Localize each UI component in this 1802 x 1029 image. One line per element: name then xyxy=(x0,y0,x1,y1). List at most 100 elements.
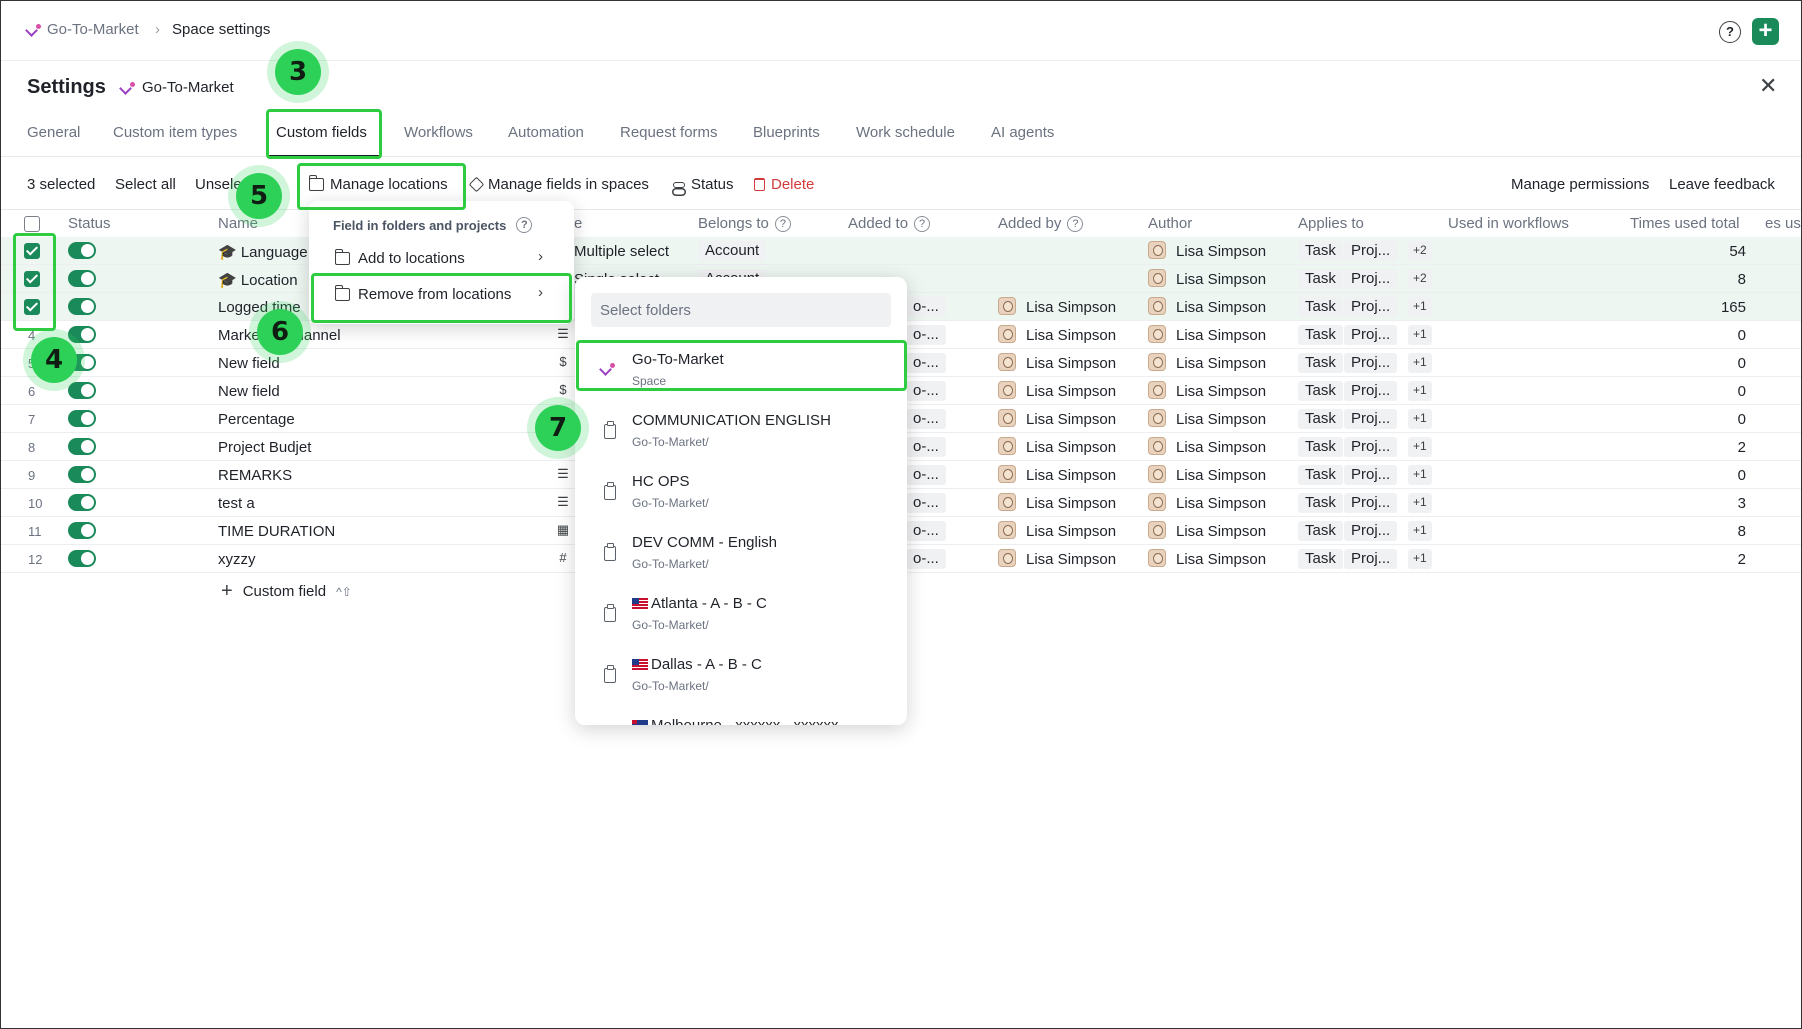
more-count-badge[interactable]: +1 xyxy=(1408,493,1432,513)
select-all-checkbox[interactable] xyxy=(24,216,40,232)
select-all-button[interactable]: Select all xyxy=(115,176,176,193)
added-to-chip: o-... xyxy=(906,353,946,373)
manage-permissions-button[interactable]: Manage permissions xyxy=(1511,176,1649,193)
field-name[interactable]: xyzzy xyxy=(218,551,256,568)
field-name[interactable]: New field xyxy=(218,383,280,400)
author-name: Lisa Simpson xyxy=(1176,383,1267,400)
more-count-badge[interactable]: +2 xyxy=(1408,241,1432,261)
more-count-badge[interactable]: +1 xyxy=(1408,381,1432,401)
help-icon[interactable]: ? xyxy=(1067,215,1084,232)
more-count-badge[interactable]: +1 xyxy=(1408,549,1432,569)
clipboard-icon xyxy=(604,421,616,439)
field-name[interactable]: test a xyxy=(218,495,255,512)
field-name[interactable]: REMARKS xyxy=(218,467,292,484)
help-icon[interactable]: ? xyxy=(774,215,791,232)
manage-fields-in-spaces-button[interactable]: Manage fields in spaces xyxy=(468,176,649,193)
field-name[interactable]: New field xyxy=(218,355,280,372)
field-name[interactable]: TIME DURATION xyxy=(218,523,335,540)
folder-option[interactable]: Atlanta - A - B - C Go-To-Market/ xyxy=(575,585,907,645)
tab-work-schedule[interactable]: Work schedule xyxy=(856,124,955,141)
applies-to-chip: Task xyxy=(1298,493,1343,513)
column-status[interactable]: Status xyxy=(68,215,111,232)
column-type[interactable]: e xyxy=(574,215,582,232)
breadcrumb-space[interactable]: Go-To-Market xyxy=(27,21,139,38)
tab-automation[interactable]: Automation xyxy=(508,124,584,141)
column-belongs-to[interactable]: Belongs to? xyxy=(698,215,791,232)
author-name: Lisa Simpson xyxy=(1176,355,1267,372)
more-count-badge[interactable]: +2 xyxy=(1408,269,1432,289)
folder-option[interactable]: DEV COMM - English Go-To-Market/ xyxy=(575,524,907,584)
breadcrumb-current: Space settings xyxy=(172,21,271,38)
column-added-by[interactable]: Added by? xyxy=(998,215,1084,232)
avatar xyxy=(1148,353,1166,371)
manage-fields-label: Manage fields in spaces xyxy=(488,176,649,193)
status-toggle[interactable] xyxy=(68,410,96,427)
clipboard-icon xyxy=(604,604,616,622)
field-type-icon: ☰ xyxy=(557,494,569,509)
more-count-badge[interactable]: +1 xyxy=(1408,521,1432,541)
help-icon[interactable]: ? xyxy=(1719,21,1741,43)
status-label: Status xyxy=(691,176,734,193)
status-toggle[interactable] xyxy=(68,382,96,399)
applies-to-chip: Task xyxy=(1298,241,1343,261)
avatar xyxy=(998,409,1016,427)
column-times-used-total[interactable]: Times used total xyxy=(1630,215,1740,232)
cube-icon xyxy=(468,176,485,193)
column-added-to[interactable]: Added to? xyxy=(848,215,931,232)
folder-option[interactable]: HC OPS Go-To-Market/ xyxy=(575,463,907,523)
leave-feedback-button[interactable]: Leave feedback xyxy=(1669,176,1775,193)
close-icon[interactable]: ✕ xyxy=(1759,73,1777,99)
tab-blueprints[interactable]: Blueprints xyxy=(753,124,820,141)
status-toggle[interactable] xyxy=(68,270,96,287)
status-toggle[interactable] xyxy=(68,494,96,511)
field-name[interactable]: 🎓 Location xyxy=(218,271,298,289)
folder-option[interactable]: COMMUNICATION ENGLISH Go-To-Market/ xyxy=(575,402,907,462)
field-name[interactable]: Percentage xyxy=(218,411,295,428)
column-author[interactable]: Author xyxy=(1148,215,1192,232)
status-toggle[interactable] xyxy=(68,438,96,455)
tab-workflows[interactable]: Workflows xyxy=(404,124,473,141)
folder-option[interactable]: Dallas - A - B - C Go-To-Market/ xyxy=(575,646,907,706)
help-icon[interactable]: ? xyxy=(914,215,931,232)
column-added-to-label: Added to xyxy=(848,215,909,232)
more-count-badge[interactable]: +1 xyxy=(1408,325,1432,345)
row-number: 7 xyxy=(28,412,36,427)
status-button[interactable]: Status xyxy=(673,176,734,193)
tab-request-forms[interactable]: Request forms xyxy=(620,124,718,141)
added-to-chip: o-... xyxy=(906,465,946,485)
add-custom-field-button[interactable]: + Custom field ^⇧ xyxy=(221,580,352,603)
status-toggle[interactable] xyxy=(68,326,96,343)
field-name[interactable]: Project Budjet xyxy=(218,439,311,456)
folder-name-wrap: HC OPS xyxy=(632,473,690,490)
more-count-badge[interactable]: +1 xyxy=(1408,353,1432,373)
table-row[interactable]: 🎓 Language Multiple select Account Lisa Sim… xyxy=(1,237,1801,265)
column-used-in-workflows[interactable]: Used in workflows xyxy=(1448,215,1569,232)
status-toggle[interactable] xyxy=(68,242,96,259)
help-icon[interactable]: ? xyxy=(516,217,533,233)
delete-button[interactable]: Delete xyxy=(754,176,814,193)
more-count-badge[interactable]: +1 xyxy=(1408,465,1432,485)
status-toggle[interactable] xyxy=(68,298,96,315)
more-count-badge[interactable]: +1 xyxy=(1408,437,1432,457)
add-icon[interactable]: + xyxy=(1752,18,1779,45)
add-to-locations-item[interactable]: Add to locations xyxy=(335,249,465,267)
status-toggle[interactable] xyxy=(68,466,96,483)
tab-general[interactable]: General xyxy=(27,124,80,141)
status-toggle[interactable] xyxy=(68,550,96,567)
avatar xyxy=(1148,493,1166,511)
column-extra[interactable]: es use xyxy=(1765,215,1801,232)
folder-option[interactable]: Melbourne - xxxxxx - xxxxxx - ... xyxy=(575,707,907,725)
tab-ai-agents[interactable]: AI agents xyxy=(991,124,1054,141)
folder-search-input[interactable] xyxy=(591,293,891,327)
more-count-badge[interactable]: +1 xyxy=(1408,297,1432,317)
avatar xyxy=(1148,409,1166,427)
unselect-button[interactable]: Unsele xyxy=(195,176,242,193)
tab-custom-item-types[interactable]: Custom item types xyxy=(113,124,237,141)
applies-to-chip: Proj... xyxy=(1344,325,1398,345)
status-toggle[interactable] xyxy=(68,522,96,539)
field-name[interactable]: 🎓 Language xyxy=(218,243,308,261)
more-count-badge[interactable]: +1 xyxy=(1408,409,1432,429)
column-applies-to[interactable]: Applies to xyxy=(1298,215,1364,232)
added-to-chip: o-... xyxy=(906,437,946,457)
flag-icon xyxy=(632,720,648,725)
